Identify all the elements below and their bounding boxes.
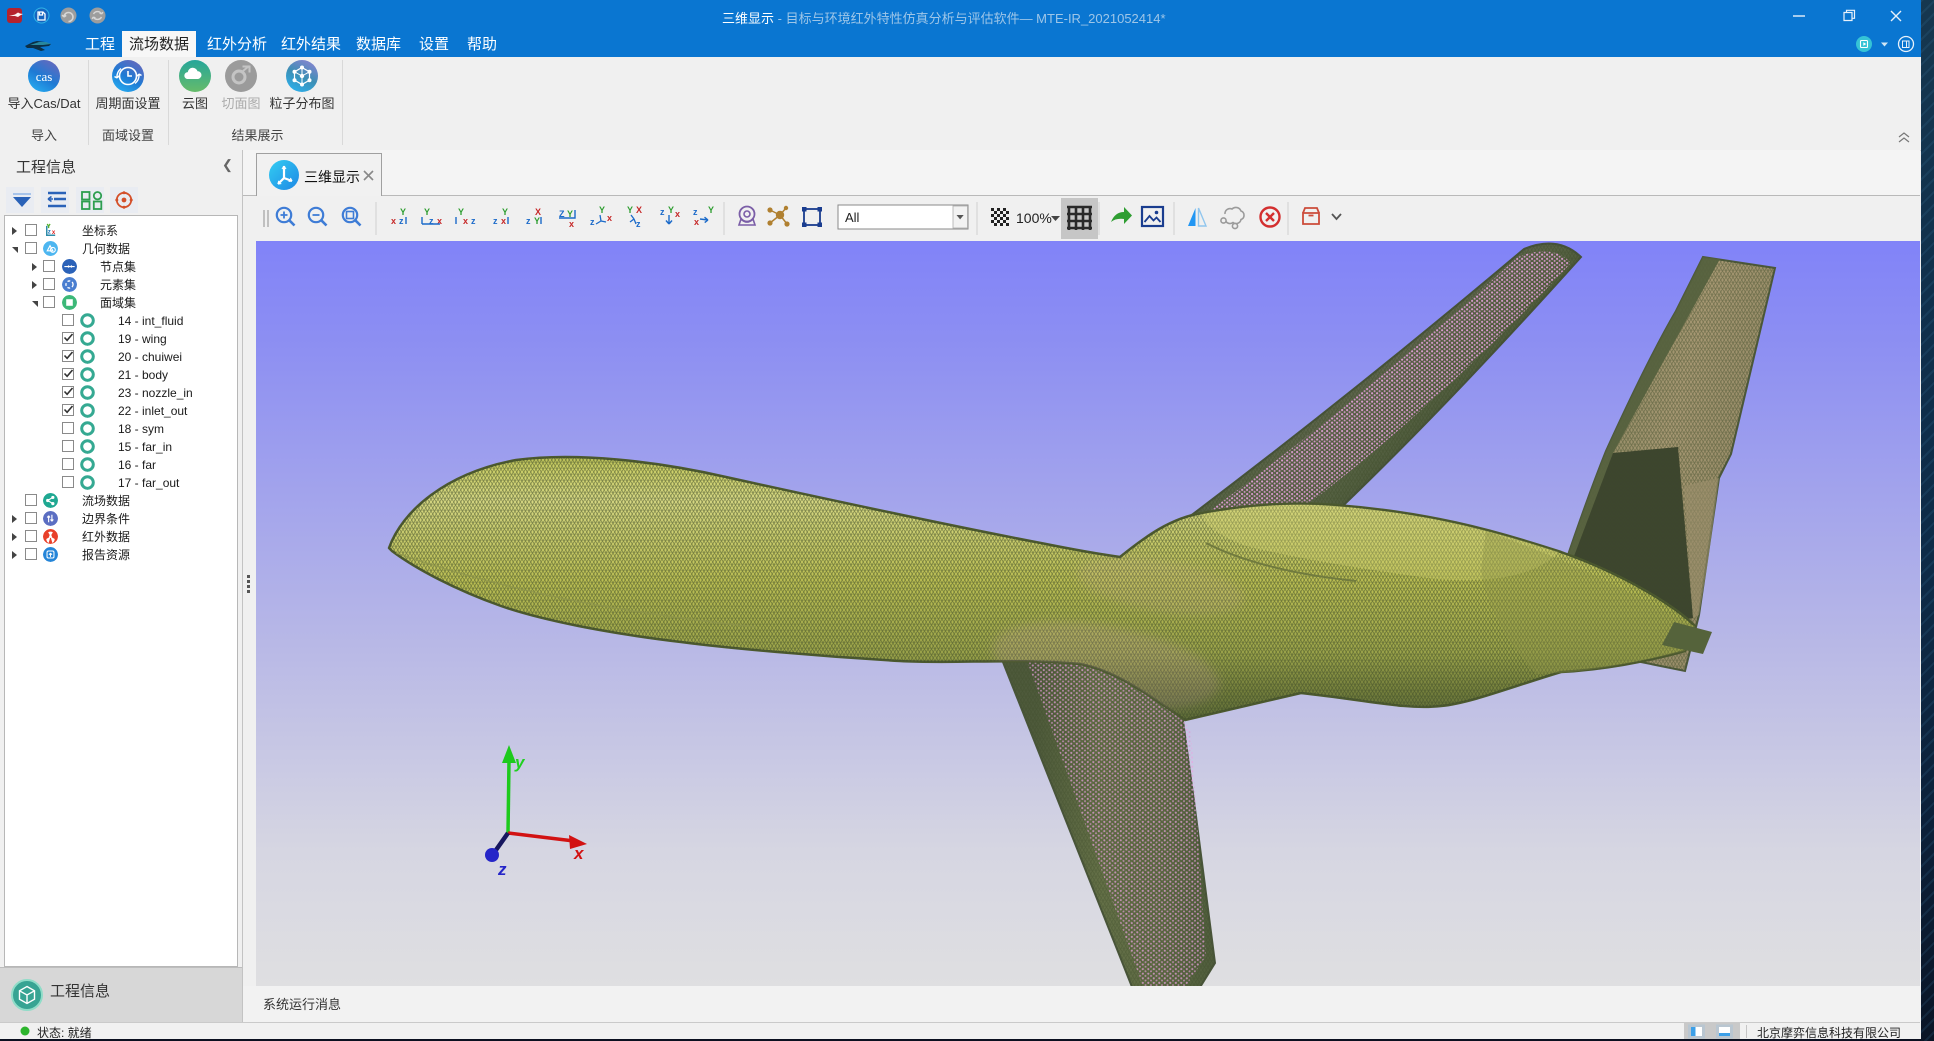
svg-text:z: z	[526, 216, 531, 226]
svg-text:All: All	[845, 210, 860, 225]
svg-text:x: x	[694, 217, 699, 227]
svg-text:z: z	[693, 207, 698, 217]
svg-text:z: z	[660, 207, 665, 217]
svg-text:Y: Y	[599, 205, 605, 215]
svg-text:x: x	[569, 219, 574, 229]
svg-text:x: x	[573, 844, 585, 863]
svg-text:100%: 100%	[1016, 210, 1052, 226]
svg-text:z: z	[590, 217, 595, 227]
svg-text:X: X	[636, 205, 642, 215]
svg-text:cas: cas	[36, 69, 53, 84]
svg-text:Y: Y	[534, 216, 540, 226]
svg-text:x: x	[675, 209, 680, 219]
svg-text:z: z	[48, 228, 51, 235]
svg-text:Y: Y	[627, 205, 633, 215]
svg-text:Y: Y	[668, 205, 674, 215]
svg-text:y: y	[514, 753, 526, 772]
svg-text:z: z	[493, 216, 498, 226]
svg-text:z: z	[497, 860, 507, 879]
svg-text:x: x	[607, 213, 612, 223]
svg-text:x: x	[463, 216, 468, 226]
svg-text:z: z	[471, 216, 476, 226]
svg-text:x: x	[501, 216, 506, 226]
svg-text:x: x	[52, 229, 56, 236]
svg-text:Y: Y	[708, 205, 714, 215]
svg-text:z: z	[636, 219, 641, 229]
